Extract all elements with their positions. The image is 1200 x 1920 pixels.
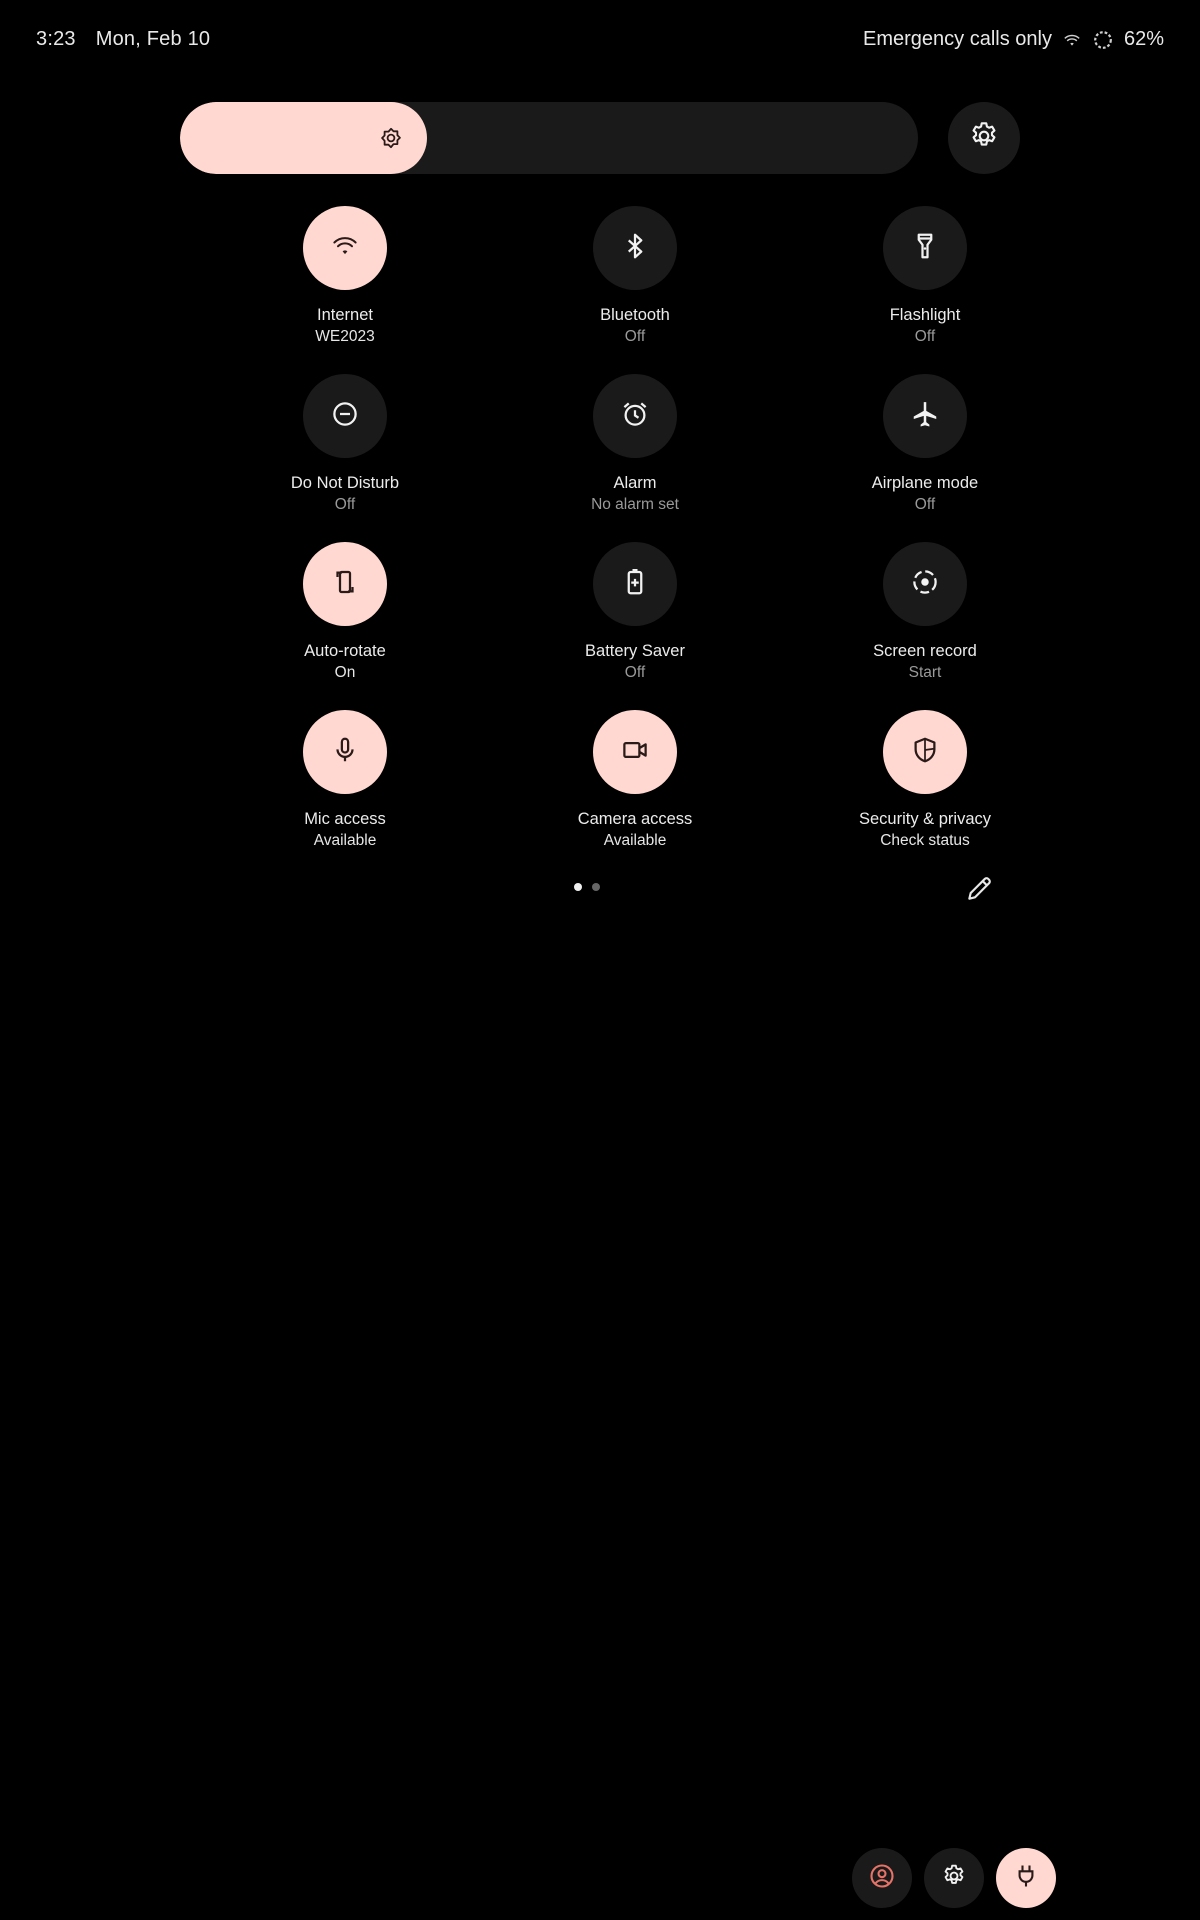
tile-security-privacy[interactable]: Security & privacy Check status [780, 710, 1070, 878]
page-indicator [574, 883, 600, 891]
airplane-icon [910, 399, 940, 434]
tile-airplane-mode[interactable]: Airplane mode Off [780, 374, 1070, 542]
tile-toggle-button[interactable] [883, 374, 967, 458]
status-left: 3:23 Mon, Feb 10 [36, 28, 210, 51]
quick-settings-tiles: Internet WE2023 Bluetooth Off Flashlight Off D… [200, 206, 1070, 878]
tile-label: Battery Saver [585, 642, 685, 660]
status-right: Emergency calls only 62% [863, 28, 1164, 51]
battery-ring-icon [1092, 29, 1114, 51]
tile-toggle-button[interactable] [303, 710, 387, 794]
tile-label: Do Not Disturb [290, 474, 400, 492]
tile-status: Off [624, 328, 646, 345]
tile-label: Airplane mode [871, 474, 979, 492]
pencil-icon [964, 877, 996, 908]
alarm-icon [620, 399, 650, 434]
tile-toggle-button[interactable] [303, 542, 387, 626]
page-dot-2[interactable] [592, 883, 600, 891]
tile-toggle-button[interactable] [883, 542, 967, 626]
brightness-icon [379, 126, 403, 150]
tile-label: Bluetooth [600, 306, 670, 324]
camera-icon [620, 735, 650, 770]
tile-toggle-button[interactable] [303, 374, 387, 458]
tile-status: Off [334, 496, 356, 513]
gear-icon [968, 120, 1000, 157]
tile-toggle-button[interactable] [593, 206, 677, 290]
tile-label: Internet [317, 306, 373, 324]
bluetooth-icon [620, 231, 650, 266]
wifi-icon [330, 231, 360, 266]
tile-toggle-button[interactable] [593, 542, 677, 626]
status-time: 3:23 [36, 28, 76, 50]
tile-battery-saver[interactable]: Battery Saver Off [490, 542, 780, 710]
tile-status: Off [624, 664, 646, 681]
mic-icon [330, 735, 360, 770]
tile-toggle-button[interactable] [303, 206, 387, 290]
tile-internet[interactable]: Internet WE2023 [200, 206, 490, 374]
tile-status: Off [914, 496, 936, 513]
bottom-actions [852, 1848, 1056, 1908]
tile-status: Off [914, 328, 936, 345]
tile-status: Available [313, 832, 377, 849]
tile-status: Available [603, 832, 667, 849]
tile-label: Alarm [613, 474, 657, 492]
tile-status: Start [908, 664, 942, 681]
tile-label: Auto-rotate [304, 642, 386, 660]
tile-do-not-disturb[interactable]: Do Not Disturb Off [200, 374, 490, 542]
tile-toggle-button[interactable] [593, 374, 677, 458]
gear-icon [941, 1863, 967, 1894]
user-switch-button[interactable] [852, 1848, 912, 1908]
tile-flashlight[interactable]: Flashlight Off [780, 206, 1070, 374]
tile-toggle-button[interactable] [593, 710, 677, 794]
tile-label: Flashlight [889, 306, 961, 324]
shield-icon [910, 735, 940, 770]
tile-alarm[interactable]: Alarm No alarm set [490, 374, 780, 542]
tile-toggle-button[interactable] [883, 710, 967, 794]
tile-label: Screen record [873, 642, 977, 660]
wifi-icon [1062, 32, 1082, 48]
status-bar: 3:23 Mon, Feb 10 Emergency calls only 62… [0, 0, 1200, 82]
tile-status: Check status [880, 832, 970, 849]
settings-button[interactable] [948, 102, 1020, 174]
power-plug-icon [1012, 1862, 1040, 1895]
tile-label: Camera access [577, 810, 693, 828]
tile-toggle-button[interactable] [883, 206, 967, 290]
tile-label: Mic access [304, 810, 386, 828]
tile-bluetooth[interactable]: Bluetooth Off [490, 206, 780, 374]
network-status-text: Emergency calls only [863, 28, 1052, 50]
tile-screen-record[interactable]: Screen record Start [780, 542, 1070, 710]
tile-status: WE2023 [315, 328, 375, 345]
tile-label: Security & privacy [858, 810, 992, 828]
battery-saver-icon [620, 567, 650, 602]
battery-percent: 62% [1123, 28, 1164, 50]
edit-button[interactable] [964, 872, 996, 904]
user-icon [868, 1862, 896, 1895]
brightness-slider[interactable] [180, 102, 918, 174]
brightness-row [180, 102, 1020, 174]
page-dot-1[interactable] [574, 883, 582, 891]
settings-shortcut-button[interactable] [924, 1848, 984, 1908]
flashlight-icon [910, 231, 940, 266]
do-not-disturb-icon [330, 399, 360, 434]
power-menu-button[interactable] [996, 1848, 1056, 1908]
tile-status: On [334, 664, 356, 681]
tile-status: No alarm set [591, 496, 679, 513]
tile-mic-access[interactable]: Mic access Available [200, 710, 490, 878]
tile-camera-access[interactable]: Camera access Available [490, 710, 780, 878]
status-date: Mon, Feb 10 [95, 28, 211, 50]
auto-rotate-icon [330, 567, 360, 602]
tile-auto-rotate[interactable]: Auto-rotate On [200, 542, 490, 710]
screen-record-icon [910, 567, 940, 602]
